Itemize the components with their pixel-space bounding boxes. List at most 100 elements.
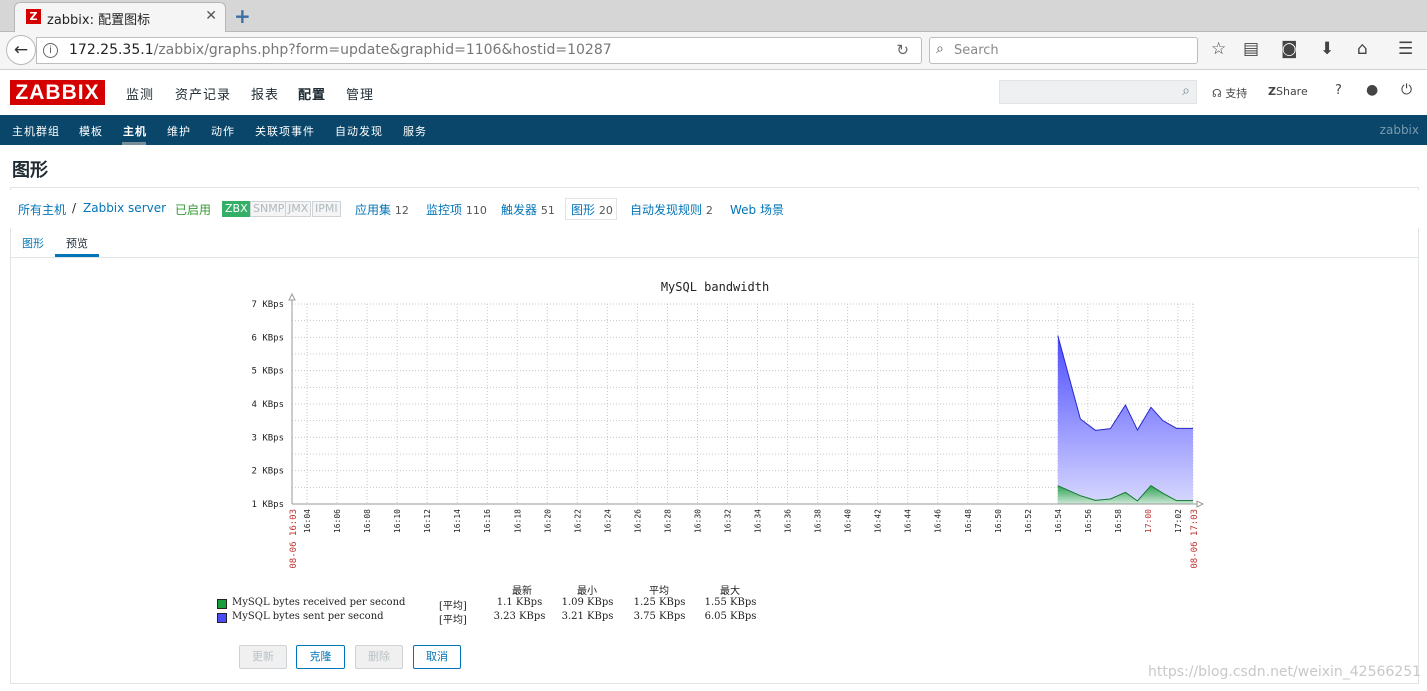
help-icon[interactable]: ? xyxy=(1335,83,1342,98)
user-profile-icon[interactable]: ● xyxy=(1366,82,1378,98)
share-label: Share xyxy=(1275,85,1308,98)
x-tick-label: 16:10 xyxy=(393,509,402,533)
page-title: 图形 xyxy=(12,160,48,181)
global-search-input[interactable]: ⌕ xyxy=(999,80,1197,104)
submenu-discovery[interactable]: 自动发现 xyxy=(335,123,383,139)
y-tick-label: 6 KBps xyxy=(251,333,284,343)
host-status-enabled[interactable]: 已启用 xyxy=(175,201,211,218)
zabbix-logo[interactable]: ZABBIX xyxy=(10,80,105,105)
x-tick-label: 16:50 xyxy=(994,509,1003,533)
x-tick-label: 16:16 xyxy=(483,509,492,533)
all-hosts-link[interactable]: 所有主机 xyxy=(18,201,66,218)
legend-color-swatch xyxy=(217,599,227,609)
new-tab-icon[interactable]: + xyxy=(234,4,251,28)
discovery-count: 2 xyxy=(705,204,713,217)
submenu-event-correlation[interactable]: 关联项事件 xyxy=(255,123,315,139)
jmx-availability-badge: JMX xyxy=(285,201,312,217)
y-tick-label: 2 KBps xyxy=(251,467,284,477)
home-icon[interactable]: ⌂ xyxy=(1357,39,1368,59)
back-button-icon[interactable]: ← xyxy=(6,35,36,65)
legend-last-value: 3.23 KBps xyxy=(493,611,546,622)
url-text[interactable]: 172.25.35.1/zabbix/graphs.php?form=updat… xyxy=(69,42,612,58)
download-icon[interactable]: ⬇ xyxy=(1320,39,1334,59)
triggers-count: 51 xyxy=(540,204,555,217)
submenu-host-groups[interactable]: 主机群组 xyxy=(12,123,60,139)
legend-header-max: 最大 xyxy=(720,586,740,597)
host-link[interactable]: Zabbix server xyxy=(83,201,166,215)
legend-last-value: 1.1 KBps xyxy=(496,597,543,608)
close-tab-icon[interactable]: ✕ xyxy=(205,8,217,24)
discovery-rules-link[interactable]: 自动发现规则 2 xyxy=(630,201,713,218)
browser-tab-bar: Z zabbix: 配置图标 ✕ + xyxy=(0,0,1427,32)
search-icon: ⌕ xyxy=(936,41,944,57)
x-axis-labels: 16:04 16:06 16:08 16:10 16:12 16:14 16:16 16:18… xyxy=(289,509,1200,569)
support-link[interactable]: ☊ 支持 xyxy=(1212,85,1247,101)
y-axis-arrow xyxy=(288,292,296,301)
zabbix-header: ZABBIX 监测 资产记录 报表 配置 管理 ⌕ ☊ 支持 ZShare ? … xyxy=(0,70,1427,115)
submenu-bar: 主机群组 模板 主机 维护 动作 关联项事件 自动发现 服务 zabbix xyxy=(0,115,1427,145)
legend-series-name: MySQL bytes sent per second xyxy=(232,611,384,622)
share-link[interactable]: ZShare xyxy=(1268,85,1308,98)
submenu-hosts[interactable]: 主机 xyxy=(123,123,147,139)
tab-graph[interactable]: 图形 xyxy=(22,235,44,251)
y-tick-label: 7 KBps xyxy=(251,300,284,310)
x-tick-label: 16:18 xyxy=(513,509,522,533)
menu-monitoring[interactable]: 监测 xyxy=(126,84,154,103)
legend-color-swatch xyxy=(217,613,227,623)
menu-reports[interactable]: 报表 xyxy=(251,84,279,103)
x-tick-label: 16:20 xyxy=(543,509,552,533)
share-icon: Z xyxy=(1268,85,1276,98)
url-path: /zabbix/graphs.php?form=update&graphid=1… xyxy=(153,42,612,58)
update-button[interactable]: 更新 xyxy=(239,645,287,669)
applications-link[interactable]: 应用集 12 xyxy=(355,201,409,218)
reading-list-icon[interactable]: ▤ xyxy=(1243,39,1259,59)
x-start-label: 08-06 16:03 xyxy=(289,509,299,569)
submenu-services[interactable]: 服务 xyxy=(403,123,427,139)
menu-inventory[interactable]: 资产记录 xyxy=(175,84,231,103)
legend-function: [平均] xyxy=(439,601,467,612)
menu-icon[interactable]: ☰ xyxy=(1398,39,1413,59)
web-scenarios-link[interactable]: Web 场景 xyxy=(730,201,784,218)
bookmark-star-icon[interactable]: ☆ xyxy=(1211,39,1226,59)
x-tick-label: 16:36 xyxy=(784,509,793,533)
sign-out-icon[interactable]: ⏻ xyxy=(1401,82,1412,98)
x-tick-label: 16:28 xyxy=(663,509,672,533)
applications-label: 应用集 xyxy=(355,203,392,217)
y-tick-label: 5 KBps xyxy=(251,367,284,377)
search-icon[interactable]: ⌕ xyxy=(1182,83,1190,99)
delete-button[interactable]: 删除 xyxy=(355,645,403,669)
x-tick-label: 16:32 xyxy=(723,509,732,533)
legend-max-value: 6.05 KBps xyxy=(704,611,757,622)
submenu-maintenance[interactable]: 维护 xyxy=(167,123,191,139)
legend-avg-value: 3.75 KBps xyxy=(633,611,686,622)
snmp-availability-badge: SNMP xyxy=(250,201,288,217)
legend-function: [平均] xyxy=(439,615,467,626)
menu-administration[interactable]: 管理 xyxy=(346,84,374,103)
x-tick-label: 17:02 xyxy=(1174,509,1183,533)
pocket-icon[interactable]: ◙ xyxy=(1281,39,1298,59)
tab-preview[interactable]: 预览 xyxy=(66,235,88,251)
x-tick-label: 16:34 xyxy=(754,509,763,533)
triggers-link[interactable]: 触发器 51 xyxy=(501,201,555,218)
x-tick-label: 16:12 xyxy=(423,509,432,533)
items-link[interactable]: 监控项 110 xyxy=(426,201,487,218)
browser-tab[interactable]: Z zabbix: 配置图标 ✕ xyxy=(14,2,226,32)
reload-icon[interactable]: ↻ xyxy=(896,41,909,59)
clone-button[interactable]: 克隆 xyxy=(296,645,345,669)
x-tick-label: 16:52 xyxy=(1024,509,1033,533)
triggers-label: 触发器 xyxy=(501,203,538,217)
url-bar[interactable]: i 172.25.35.1/zabbix/graphs.php?form=upd… xyxy=(36,37,922,64)
submenu-templates[interactable]: 模板 xyxy=(79,123,103,139)
menu-configuration[interactable]: 配置 xyxy=(298,84,326,103)
cancel-button[interactable]: 取消 xyxy=(413,645,461,669)
browser-search-input[interactable]: ⌕ Search xyxy=(929,37,1198,64)
x-tick-label: 16:58 xyxy=(1114,509,1123,533)
x-tick-label: 16:54 xyxy=(1054,509,1063,533)
x-tick-label: 16:48 xyxy=(964,509,973,533)
submenu-actions[interactable]: 动作 xyxy=(211,123,235,139)
x-end-label: 08-06 17:03 xyxy=(1190,509,1200,569)
info-icon[interactable]: i xyxy=(43,43,58,58)
active-submenu-indicator xyxy=(122,142,146,145)
x-tick-label: 16:56 xyxy=(1084,509,1093,533)
graphs-link[interactable]: 图形 20 xyxy=(571,201,613,218)
